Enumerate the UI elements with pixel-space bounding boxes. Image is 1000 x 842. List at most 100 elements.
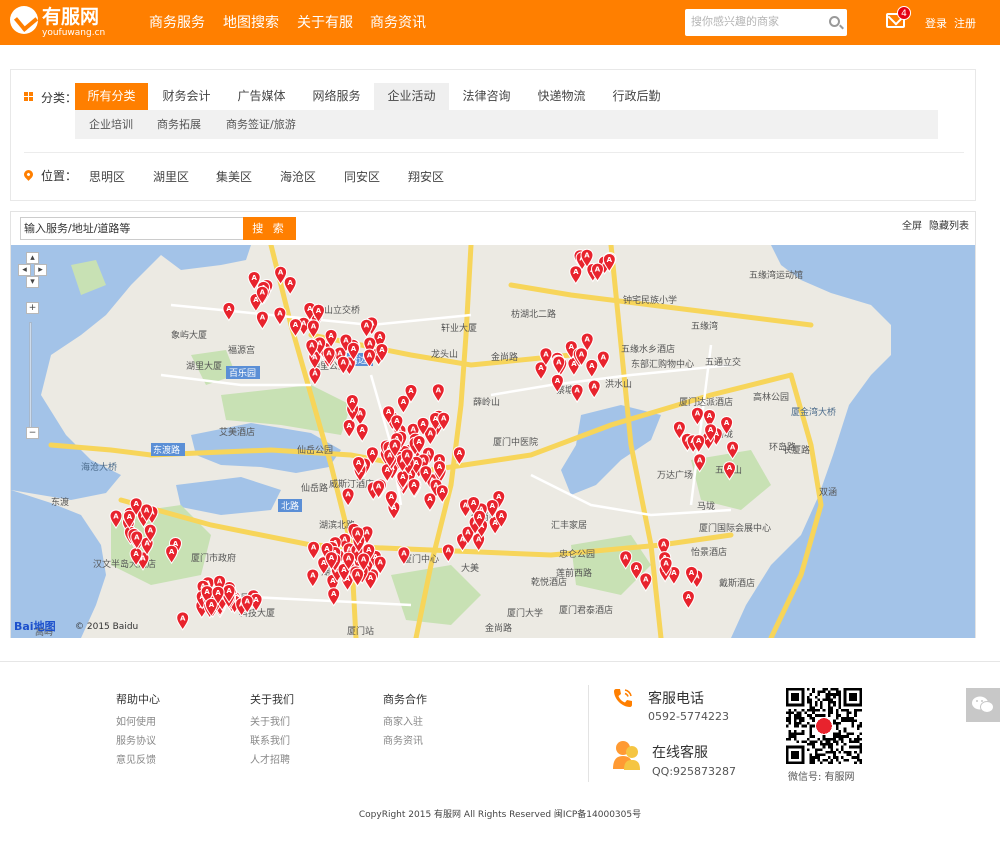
subcategory-training[interactable]: 企业培训 [89,117,133,133]
svg-text:A: A [707,412,713,420]
qq-number[interactable]: QQ:925873287 [652,765,736,778]
location-haicang[interactable]: 海沧区 [280,168,316,185]
footer-link-howto[interactable]: 如何使用 [116,713,156,728]
svg-text:A: A [351,345,357,353]
pan-up-icon[interactable]: ▴ [26,252,39,264]
map-place-label: 东部汇购物中心 [631,358,694,370]
map-place-label: 忠仑公园 [559,548,595,560]
category-logistics[interactable]: 快递物流 [524,83,599,110]
login-link[interactable]: 登录 [925,15,947,31]
register-link[interactable]: 注册 [954,15,976,31]
pan-right-icon[interactable]: ▸ [34,264,47,276]
svg-text:A: A [696,437,702,445]
mail-count-badge: 4 [897,6,911,20]
map-canvas[interactable]: 东渡路 北路 百乐园 塘边 石鼓山立交桥 枋湖北二路 五缘湾运动馆 钟宅民族小学 象屿大… [11,245,975,638]
nav-business-services[interactable]: 商务服务 [149,13,205,33]
footer-link-feedback[interactable]: 意见反馈 [116,751,156,766]
svg-text:A: A [309,342,315,350]
logo-mark-icon [10,6,38,34]
location-jimei[interactable]: 集美区 [216,168,252,185]
svg-text:A: A [423,468,429,476]
nav-map-search[interactable]: 地图搜索 [223,13,279,33]
footer-link-jobs[interactable]: 人才招聘 [250,751,290,766]
svg-text:A: A [400,473,406,481]
footer-link-news[interactable]: 商务资讯 [383,732,423,747]
pan-down-icon[interactable]: ▾ [26,276,39,288]
fullscreen-button[interactable]: 全屏 [902,217,922,232]
svg-text:A: A [394,417,400,425]
footer-link-join[interactable]: 商家入驻 [383,713,423,728]
footer-link-contact[interactable]: 联系我们 [250,732,290,747]
svg-text:A: A [277,310,283,318]
category-all[interactable]: 所有分类 [75,83,148,110]
svg-text:A: A [368,574,374,582]
svg-text:A: A [209,601,215,609]
svg-text:A: A [695,410,701,418]
map-place-label: 五缘水乡酒店 [621,343,675,355]
svg-text:A: A [350,397,356,405]
map-search-button[interactable]: 搜 索 [243,217,296,240]
phone-number[interactable]: 0592-5774223 [648,710,729,723]
svg-text:A: A [217,578,223,586]
footer-link-about[interactable]: 关于我们 [250,713,290,728]
map-place-label: 洪水山 [605,378,632,390]
svg-text:A: A [370,449,376,457]
nav-about[interactable]: 关于有服 [297,13,353,33]
map-place-label: 厦门市政府 [191,552,236,564]
location-xiangan[interactable]: 翔安区 [408,168,444,185]
nav-news[interactable]: 商务资讯 [370,13,426,33]
svg-text:A: A [573,268,579,276]
svg-text:A: A [144,506,150,514]
location-tongan[interactable]: 同安区 [344,168,380,185]
svg-text:A: A [708,426,714,434]
category-advertising[interactable]: 广告媒体 [224,83,299,110]
road-badge-bailey: 百乐园 [229,367,256,379]
category-finance[interactable]: 财务会计 [149,83,224,110]
footer-link-agreement[interactable]: 服务协议 [116,732,156,747]
map-search-input[interactable]: 输入服务/地址/道路等 [20,217,244,240]
search-icon[interactable] [829,16,840,27]
svg-text:A: A [677,424,683,432]
road-badge-dongdu: 东渡路 [153,444,180,456]
location-huli[interactable]: 湖里区 [153,168,189,185]
svg-text:A: A [401,398,407,406]
category-events[interactable]: 企业活动 [374,83,449,110]
svg-text:A: A [180,614,186,622]
svg-text:A: A [392,442,398,450]
svg-text:A: A [253,596,259,604]
road-badge-beilu: 北路 [281,500,299,512]
svg-text:A: A [401,549,407,557]
subcategory-visa[interactable]: 商务签证/旅游 [226,117,296,133]
customer-service-icon [613,741,640,770]
wechat-float-button[interactable] [966,688,1000,722]
map-place-label: 象屿大厦 [171,329,207,341]
map-place-label: 厦金湾大桥 [791,406,836,418]
category-admin[interactable]: 行政后勤 [599,83,674,110]
hide-list-button[interactable]: 隐藏列表 [929,217,969,232]
zoom-slider-track[interactable] [29,322,32,430]
svg-text:A: A [661,540,667,548]
subcategory-expansion[interactable]: 商务拓展 [157,117,201,133]
svg-text:A: A [634,564,640,572]
zoom-out-icon[interactable]: − [26,427,39,439]
svg-text:A: A [579,350,585,358]
site-logo[interactable]: 有服网 youfuwang.cn [10,6,110,40]
zoom-in-icon[interactable]: + [26,302,39,314]
map-panel: 输入服务/地址/道路等 搜 索 全屏 隐藏列表 东渡路 北路 百乐园 塘边 石鼓… [10,211,976,638]
svg-text:A: A [607,256,613,264]
location-siming[interactable]: 思明区 [89,168,125,185]
baidu-logo: Bai地图 [14,620,56,633]
svg-text:A: A [727,464,733,472]
pan-left-icon[interactable]: ◂ [18,264,31,276]
footer-biz-title: 商务合作 [383,693,427,706]
svg-text:A: A [697,456,703,464]
category-network[interactable]: 网络服务 [299,83,374,110]
svg-text:A: A [404,451,410,459]
map-place-label: 莲前西路 [556,567,592,579]
header-search-input[interactable]: 搜你感兴趣的商家 [685,9,847,36]
map-place-label: 厦门大学 [507,607,543,619]
map-place-label: 厦门中医院 [493,436,538,448]
svg-text:A: A [410,426,416,434]
category-legal[interactable]: 法律咨询 [449,83,524,110]
svg-text:A: A [251,274,257,282]
